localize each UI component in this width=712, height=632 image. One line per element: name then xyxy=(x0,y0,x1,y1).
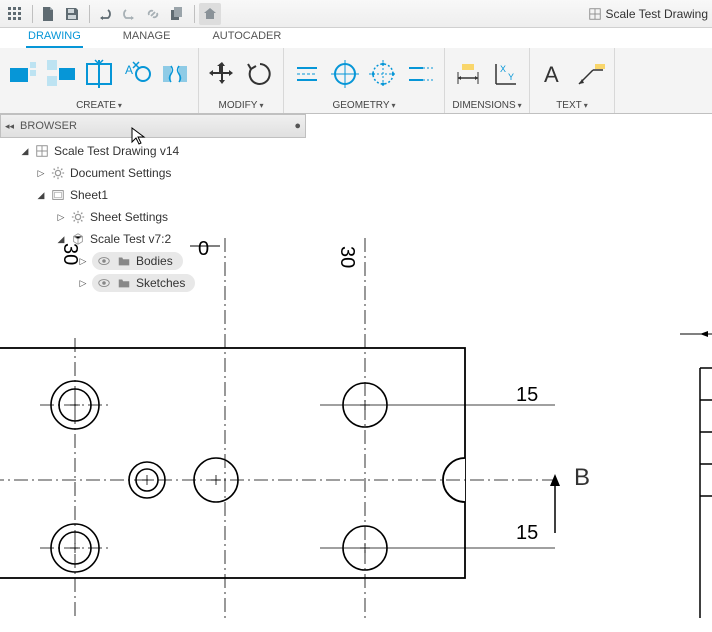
eye-icon[interactable] xyxy=(96,253,112,269)
panel-dimensions-label[interactable]: DIMENSIONS xyxy=(451,99,523,113)
panel-create-label[interactable]: CREATE xyxy=(6,99,192,113)
tree-sketches[interactable]: ▷ Sketches xyxy=(0,272,306,294)
tree-sheet-settings[interactable]: ▷ Sheet Settings xyxy=(0,206,306,228)
center-mark-button[interactable] xyxy=(328,57,362,91)
leader-button[interactable] xyxy=(574,57,608,91)
browser-title: BROWSER xyxy=(20,120,77,132)
save-icon[interactable] xyxy=(61,3,83,25)
panel-modify: MODIFY xyxy=(199,48,284,113)
chevron-down-icon[interactable]: ◢ xyxy=(20,146,30,157)
tab-autocader[interactable]: AUTOCADER xyxy=(210,28,283,48)
chevron-right-icon[interactable]: ▷ xyxy=(36,168,46,179)
link-icon[interactable] xyxy=(142,3,164,25)
tree-bodies-label: Bodies xyxy=(136,254,173,268)
panel-dimensions: XY DIMENSIONS xyxy=(445,48,530,113)
projected-view-button[interactable] xyxy=(44,57,78,91)
chevron-right-icon[interactable]: ▷ xyxy=(78,278,88,289)
ribbon: A CREATE MODIFY xyxy=(0,48,712,114)
section-label-b: B xyxy=(574,464,590,492)
tree-component-label: Scale Test v7:2 xyxy=(90,232,171,246)
tree-sheet-settings-label: Sheet Settings xyxy=(90,210,168,224)
svg-text:A: A xyxy=(125,63,133,77)
copy-icon[interactable] xyxy=(166,3,188,25)
chevron-right-icon[interactable]: ▷ xyxy=(56,212,66,223)
tab-manage[interactable]: MANAGE xyxy=(121,28,173,48)
panel-geometry: GEOMETRY xyxy=(284,48,445,113)
ordinate-dimension-button[interactable]: XY xyxy=(489,57,523,91)
sheet-icon xyxy=(50,187,66,203)
break-view-button[interactable] xyxy=(158,57,192,91)
tab-drawing[interactable]: DRAWING xyxy=(26,28,83,48)
tree-doc-settings[interactable]: ▷ Document Settings xyxy=(0,162,306,184)
pin-icon[interactable]: ● xyxy=(294,120,301,132)
drawing-doc-icon xyxy=(34,143,50,159)
title-text: Scale Test Drawing xyxy=(606,7,709,21)
dimension-button[interactable] xyxy=(451,57,485,91)
apps-icon[interactable] xyxy=(4,3,26,25)
chevron-down-icon[interactable]: ◢ xyxy=(56,234,66,245)
section-view-button[interactable] xyxy=(82,57,116,91)
chevron-down-icon[interactable]: ◢ xyxy=(36,190,46,201)
text-button[interactable]: A xyxy=(536,57,570,91)
gear-icon xyxy=(50,165,66,181)
tree-component[interactable]: ◢ Scale Test v7:2 xyxy=(0,228,306,250)
dimension-top-right: 30 xyxy=(335,246,358,268)
browser-panel: ◂◂ BROWSER ● ◢ Scale Test Drawing v14 ▷ … xyxy=(0,114,306,296)
folder-icon xyxy=(116,275,132,291)
component-icon xyxy=(70,231,86,247)
tree-root-label: Scale Test Drawing v14 xyxy=(54,144,179,158)
panel-create: A CREATE xyxy=(0,48,199,113)
browser-tree: ◢ Scale Test Drawing v14 ▷ Document Sett… xyxy=(0,138,306,296)
panel-text-label[interactable]: TEXT xyxy=(536,99,608,113)
tree-sketches-label: Sketches xyxy=(136,276,185,290)
center-pattern-button[interactable] xyxy=(366,57,400,91)
move-button[interactable] xyxy=(205,57,239,91)
ribbon-tabs: DRAWING MANAGE AUTOCADER xyxy=(0,28,712,48)
detail-view-button[interactable]: A xyxy=(120,57,154,91)
quick-access-toolbar: Scale Test Drawing xyxy=(0,0,712,28)
collapse-icon[interactable]: ◂◂ xyxy=(5,121,14,132)
tree-sheet-label: Sheet1 xyxy=(70,188,108,202)
svg-text:Y: Y xyxy=(508,72,514,82)
panel-geometry-label[interactable]: GEOMETRY xyxy=(290,99,438,113)
tree-doc-settings-label: Document Settings xyxy=(70,166,171,180)
chevron-right-icon[interactable]: ▷ xyxy=(78,256,88,267)
dimension-r1: 15 xyxy=(516,384,538,407)
tree-root[interactable]: ◢ Scale Test Drawing v14 xyxy=(0,140,306,162)
undo-icon[interactable] xyxy=(94,3,116,25)
eye-icon[interactable] xyxy=(96,275,112,291)
panel-modify-label[interactable]: MODIFY xyxy=(205,99,277,113)
window-title: Scale Test Drawing xyxy=(588,7,709,21)
new-file-icon[interactable] xyxy=(37,3,59,25)
centerline-button[interactable] xyxy=(290,57,324,91)
dimension-r2: 15 xyxy=(516,522,538,545)
browser-header[interactable]: ◂◂ BROWSER ● xyxy=(0,114,306,138)
svg-text:A: A xyxy=(544,62,559,87)
tree-sheet[interactable]: ◢ Sheet1 xyxy=(0,184,306,206)
tree-bodies[interactable]: ▷ Bodies xyxy=(0,250,306,272)
home-icon[interactable] xyxy=(199,3,221,25)
folder-icon xyxy=(116,253,132,269)
panel-text: A TEXT xyxy=(530,48,615,113)
base-view-button[interactable] xyxy=(6,57,40,91)
redo-icon[interactable] xyxy=(118,3,140,25)
edge-extension-button[interactable] xyxy=(404,57,438,91)
svg-text:X: X xyxy=(500,64,506,74)
gear-icon xyxy=(70,209,86,225)
rotate-button[interactable] xyxy=(243,57,277,91)
